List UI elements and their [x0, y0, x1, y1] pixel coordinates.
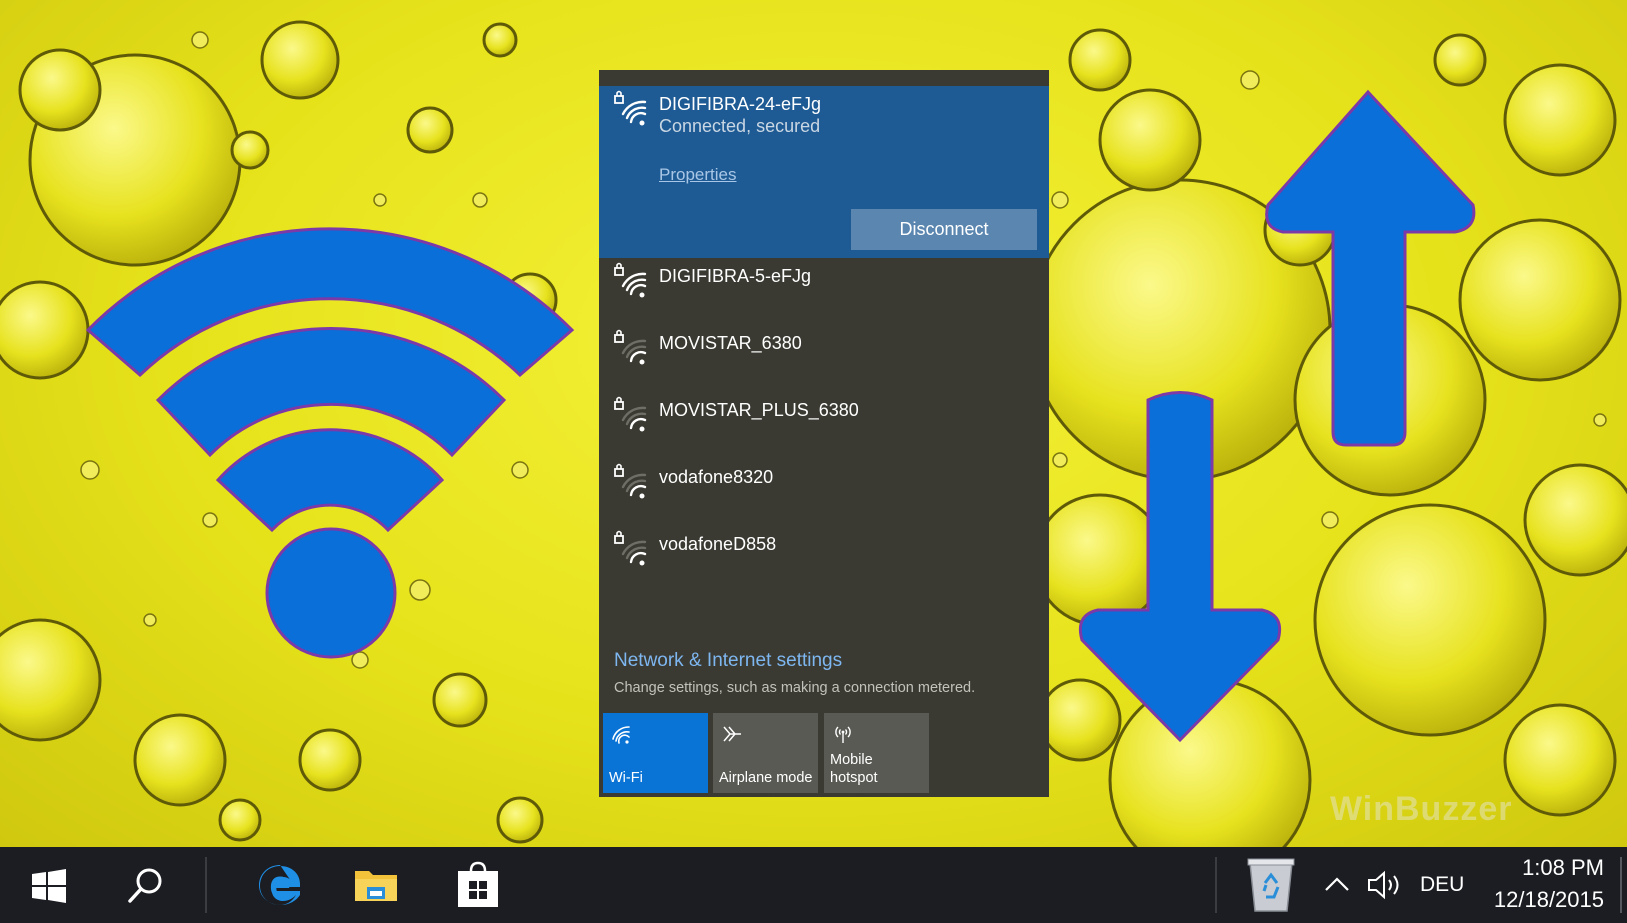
airplane-tile-label: Airplane mode: [719, 770, 813, 786]
airplane-icon: [723, 726, 741, 742]
clock-button[interactable]: 1:08 PM 12/18/2015: [1480, 847, 1620, 923]
watermark-logo: WinBuzzer: [1330, 790, 1513, 828]
connected-network-name: DIGIFIBRA-24-eFJg: [659, 94, 822, 114]
secured-wifi-low-icon: [614, 396, 647, 432]
wifi-tile-label: Wi-Fi: [609, 770, 643, 786]
input-language-button[interactable]: DEU: [1414, 847, 1474, 923]
volume-button[interactable]: [1362, 847, 1408, 923]
volume-icon: [1368, 870, 1399, 900]
network-name: MOVISTAR_6380: [659, 333, 802, 353]
show-hidden-icons-button[interactable]: [1316, 847, 1356, 923]
connected-network-status: Connected, secured: [659, 116, 821, 136]
network-settings-description: Change settings, such as making a connec…: [614, 680, 976, 696]
secured-wifi-low-icon: [614, 530, 647, 566]
file-explorer-icon: [355, 871, 397, 901]
edge-taskbar-button[interactable]: e: [250, 847, 310, 923]
network-internet-settings-link[interactable]: Network & Internet settings: [614, 650, 842, 672]
airplane-mode-tile[interactable]: Airplane mode: [713, 713, 818, 793]
network-item[interactable]: MOVISTAR_6380: [599, 325, 1049, 377]
start-icon: [32, 869, 66, 903]
search-button[interactable]: [115, 847, 175, 923]
network-name: vodafone8320: [659, 467, 774, 487]
recycle-bin-icon: [1247, 858, 1295, 912]
start-button[interactable]: [20, 847, 78, 923]
taskbar: e DEU 1:08 PM 12/18/2015: [0, 847, 1627, 923]
secured-wifi-full-icon: [614, 90, 647, 126]
secured-wifi-low-icon: [614, 329, 647, 365]
secured-wifi-low-icon: [614, 463, 647, 499]
chevron-up-icon: [1325, 877, 1349, 891]
mobile-hotspot-tile[interactable]: Mobile hotspot: [824, 713, 929, 793]
network-flyout: DIGIFIBRA-24-eFJg Connected, secured Pro…: [599, 70, 1049, 797]
show-desktop-strip[interactable]: [1620, 857, 1622, 913]
clock-date: 12/18/2015: [1493, 887, 1604, 912]
network-name: DIGIFIBRA-5-eFJg: [659, 266, 812, 286]
svg-text:e: e: [269, 864, 290, 906]
disconnect-button[interactable]: Disconnect: [851, 209, 1037, 250]
recycle-bin-button[interactable]: [1240, 847, 1302, 923]
clock-time: 1:08 PM: [1522, 855, 1604, 880]
wifi-toggle-tile[interactable]: Wi-Fi: [603, 713, 708, 793]
network-item[interactable]: vodafoneD858: [599, 526, 1049, 578]
input-language: DEU: [1420, 873, 1465, 896]
network-name: MOVISTAR_PLUS_6380: [659, 400, 859, 420]
hotspot-tile-label: Mobile hotspot: [830, 752, 878, 786]
network-item[interactable]: DIGIFIBRA-5-eFJg: [599, 258, 1049, 310]
search-icon: [128, 868, 162, 903]
secured-wifi-full-icon: [614, 262, 647, 298]
hotspot-icon: [835, 726, 851, 743]
edge-icon: e: [259, 864, 300, 906]
taskbar-separator: [205, 857, 207, 913]
properties-link[interactable]: Properties: [659, 165, 736, 185]
wifi-icon: [612, 726, 630, 744]
network-item[interactable]: vodafone8320: [599, 459, 1049, 511]
store-icon: [458, 861, 498, 907]
wifi-graphic: [85, 227, 575, 659]
network-item[interactable]: MOVISTAR_PLUS_6380: [599, 392, 1049, 444]
taskbar-separator: [1215, 857, 1217, 913]
network-name: vodafoneD858: [659, 534, 777, 554]
connected-network-card[interactable]: DIGIFIBRA-24-eFJg Connected, secured Pro…: [599, 86, 1049, 258]
file-explorer-taskbar-button[interactable]: [347, 847, 407, 923]
store-taskbar-button[interactable]: [448, 847, 508, 923]
